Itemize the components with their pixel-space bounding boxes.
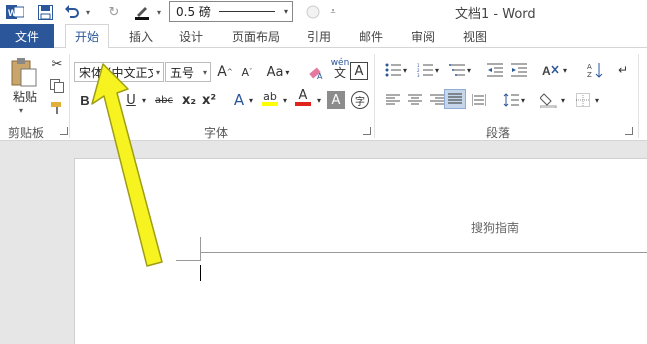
annotation-arrow-icon [91, 63, 163, 267]
annotation-arrow-shape [91, 63, 163, 267]
